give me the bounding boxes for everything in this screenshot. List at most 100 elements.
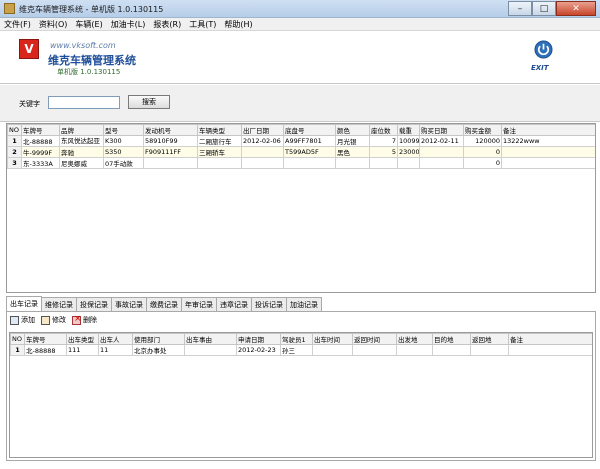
col-purchase-amount[interactable]: 购买金额: [463, 124, 502, 136]
tab-violation-records[interactable]: 违章记录: [216, 297, 252, 311]
col-remark[interactable]: 备注: [508, 333, 592, 345]
search-button[interactable]: 搜索: [128, 95, 170, 109]
col-driver[interactable]: 驾驶员1: [280, 333, 313, 345]
app-title: 维克车辆管理系统: [48, 54, 136, 67]
tab-trip-records[interactable]: 出车记录: [6, 296, 42, 311]
col-apply-date[interactable]: 申请日期: [236, 333, 281, 345]
record-tabs: 出车记录 维修记录 投保记录 事故记录 缴费记录 年审记录 违章记录 投诉记录 …: [6, 296, 322, 311]
col-reason[interactable]: 出车事由: [184, 333, 237, 345]
col-destination[interactable]: 目的地: [432, 333, 471, 345]
col-return-time[interactable]: 返回时间: [352, 333, 397, 345]
col-trip-type[interactable]: 出车类型: [66, 333, 99, 345]
vehicle-table[interactable]: NO 车牌号 品牌 型号 发动机号 车辆类型 出厂日期 底盘号 颜色 座位数 载…: [6, 123, 596, 293]
cell-remark: [501, 146, 595, 158]
cell-plate: 牛-9999F: [21, 146, 60, 158]
tab-accident-records[interactable]: 事故记录: [111, 297, 147, 311]
col-purchase-date[interactable]: 购买日期: [419, 124, 464, 136]
menu-fuel-card[interactable]: 加油卡(L): [111, 19, 146, 30]
edit-label: 修改: [52, 316, 66, 324]
cell-depart-time: [312, 344, 353, 356]
col-vehicle-type[interactable]: 车辆类型: [197, 124, 242, 136]
cell-model: K300: [103, 135, 144, 147]
cell-purchase-date: 2012-02-11: [419, 135, 464, 147]
table-row[interactable]: 1 北-88888 东风悦达起亚 K300 58910F99 二厢旅行车 201…: [7, 135, 595, 147]
cell-destination: [432, 344, 471, 356]
table-row[interactable]: 2 牛-9999F 奔驰 S350 F909111FF 三厢轿车 T599AD5…: [7, 146, 595, 158]
close-button[interactable]: ✕: [556, 1, 596, 16]
cell-chassis-no: T599AD5F: [283, 146, 336, 158]
cell-vehicle-type: [197, 157, 242, 169]
col-seats[interactable]: 座位数: [369, 124, 398, 136]
trip-table-header: NO 车牌号 出车类型 出车人 使用部门 出车事由 申请日期 驾驶员1 出车时间…: [10, 333, 592, 345]
cell-remark: 13222www: [501, 135, 595, 147]
cell-return-place: [470, 344, 509, 356]
table-row[interactable]: 1 北-88888 111 11 北京办事处 2012-02-23 孙三: [10, 344, 592, 356]
cell-reason: [184, 344, 237, 356]
col-mfg-date[interactable]: 出厂日期: [241, 124, 284, 136]
menu-vehicle[interactable]: 车辆(E): [75, 19, 102, 30]
tab-complaint-records[interactable]: 投诉记录: [251, 297, 287, 311]
cell-brand: 奔驰: [59, 146, 104, 158]
col-engine-no[interactable]: 发动机号: [143, 124, 198, 136]
col-color[interactable]: 颜色: [335, 124, 370, 136]
menu-report[interactable]: 报表(R): [153, 19, 181, 30]
cell-color: 月光银: [335, 135, 370, 147]
title-bar: 维克车辆管理系统 - 单机版 1.0.130115 – □ ✕: [0, 0, 600, 18]
table-row[interactable]: 3 东-3333A 尼奥娜威 07手动款 0: [7, 157, 595, 169]
cell-return-time: [352, 344, 397, 356]
row-number: 2: [7, 146, 22, 158]
col-plate[interactable]: 车牌号: [24, 333, 67, 345]
cell-seats: 7: [369, 135, 398, 147]
col-no[interactable]: NO: [7, 124, 22, 136]
col-depart-time[interactable]: 出车时间: [312, 333, 353, 345]
edit-button[interactable]: 修改: [41, 315, 66, 325]
menu-tools[interactable]: 工具(T): [189, 19, 216, 30]
app-icon: [4, 3, 15, 14]
menu-data[interactable]: 资料(O): [39, 19, 68, 30]
cell-brand: 尼奥娜威: [59, 157, 104, 169]
add-button[interactable]: 添加: [10, 315, 35, 325]
cell-model: S350: [103, 146, 144, 158]
col-chassis-no[interactable]: 底盘号: [283, 124, 336, 136]
cell-apply-date: 2012-02-23: [236, 344, 281, 356]
col-model[interactable]: 型号: [103, 124, 144, 136]
col-plate[interactable]: 车牌号: [21, 124, 60, 136]
cell-department: 北京办事处: [132, 344, 185, 356]
cell-mfg-date: [241, 157, 284, 169]
keyword-input[interactable]: [48, 96, 120, 109]
cell-load: 10099: [397, 135, 420, 147]
tab-insurance-records[interactable]: 投保记录: [76, 297, 112, 311]
minimize-button[interactable]: –: [508, 1, 532, 16]
tab-repair-records[interactable]: 维修记录: [41, 297, 77, 311]
vk-logo: V: [19, 39, 39, 59]
cell-remark: [508, 344, 592, 356]
tab-fee-records[interactable]: 缴费记录: [146, 297, 182, 311]
cell-origin: [396, 344, 433, 356]
cell-driver: 孙三: [280, 344, 313, 356]
menu-file[interactable]: 文件(F): [4, 19, 31, 30]
edit-icon: [41, 315, 50, 325]
cell-purchase-amount: 0: [463, 146, 502, 158]
col-requester[interactable]: 出车人: [98, 333, 133, 345]
trip-table[interactable]: NO 车牌号 出车类型 出车人 使用部门 出车事由 申请日期 驾驶员1 出车时间…: [9, 332, 593, 458]
col-brand[interactable]: 品牌: [59, 124, 104, 136]
edition-label: 单机版 1.0.130115: [57, 68, 121, 76]
delete-button[interactable]: 删除: [72, 314, 97, 325]
col-department[interactable]: 使用部门: [132, 333, 185, 345]
col-origin[interactable]: 出发地: [396, 333, 433, 345]
col-load[interactable]: 载重: [397, 124, 420, 136]
col-return-place[interactable]: 返回地: [470, 333, 509, 345]
keyword-label: 关键字: [19, 100, 40, 108]
menu-help[interactable]: 帮助(H): [224, 19, 252, 30]
cell-chassis-no: [283, 157, 336, 169]
tab-inspection-records[interactable]: 年审记录: [181, 297, 217, 311]
delete-label: 删除: [83, 316, 97, 324]
cell-plate: 北-88888: [24, 344, 67, 356]
maximize-button[interactable]: □: [532, 1, 556, 16]
tab-fuel-records[interactable]: 加油记录: [286, 297, 322, 311]
col-no[interactable]: NO: [10, 333, 25, 345]
cell-vehicle-type: 三厢轿车: [197, 146, 242, 158]
records-toolbar: 添加 修改 删除: [7, 312, 595, 328]
col-remark[interactable]: 备注: [501, 124, 595, 136]
exit-button[interactable]: EXIT: [527, 40, 559, 76]
